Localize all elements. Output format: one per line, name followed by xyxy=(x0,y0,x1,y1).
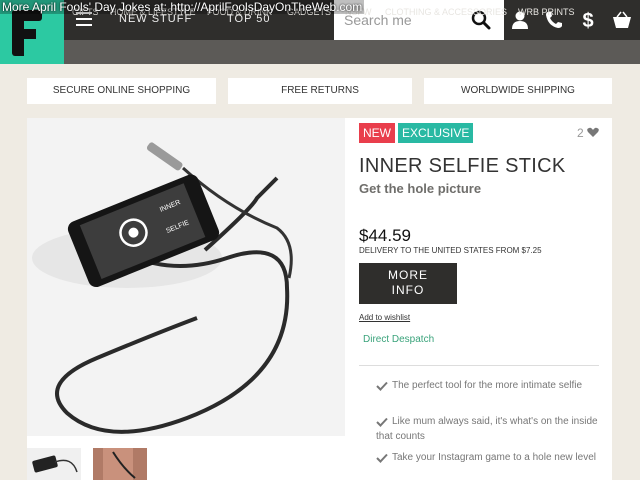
category-clothing-accessories[interactable]: CLOTHING & ACCESSORIES xyxy=(385,7,507,17)
dollar-icon[interactable]: $ xyxy=(577,9,599,31)
hamburger-icon[interactable] xyxy=(76,12,92,26)
category-wrb-prints[interactable]: WRB PRINTS xyxy=(518,7,575,17)
badge-new: NEW xyxy=(359,123,395,143)
benefit-free-returns: FREE RETURNS xyxy=(228,78,412,104)
more-info-button[interactable]: MORE INFO xyxy=(359,263,457,304)
badge-exclusive: EXCLUSIVE xyxy=(398,123,474,143)
benefit-secure-shopping: SECURE ONLINE SHOPPING xyxy=(27,78,216,104)
feature-item-3: Take your Instagram game to a hole new l… xyxy=(392,452,596,463)
product-price: $44.59 xyxy=(359,226,411,245)
product-title: INNER SELFIE STICK xyxy=(359,155,566,177)
add-to-wishlist-link[interactable]: Add to wishlist xyxy=(359,313,410,322)
logo-f-mark xyxy=(12,10,44,56)
april-fools-overlay[interactable]: More April Fools' Day Jokes at: http://A… xyxy=(0,0,365,14)
section-divider xyxy=(359,365,599,366)
heart-icon[interactable] xyxy=(587,127,599,138)
feature-item-2: Like mum always said, it's what's on the… xyxy=(376,416,598,442)
more-info-label-line1: MORE xyxy=(388,268,428,282)
more-info-label-line2: INFO xyxy=(391,283,425,297)
benefit-worldwide-shipping: WORLDWIDE SHIPPING xyxy=(424,78,612,104)
product-thumbnail-2[interactable] xyxy=(93,448,147,480)
category-bar xyxy=(0,40,640,64)
delivery-info: DELIVERY TO THE UNITED STATES FROM $7.25 xyxy=(359,246,542,255)
basket-icon[interactable] xyxy=(611,9,633,31)
likes-count: 2 xyxy=(577,126,584,140)
direct-despatch-label: Direct Despatch xyxy=(363,334,435,345)
product-image[interactable]: INNER SELFIE xyxy=(27,118,345,436)
product-tagline: Get the hole picture xyxy=(359,181,482,196)
feature-item-1: The perfect tool for the more intimate s… xyxy=(392,380,583,391)
svg-text:$: $ xyxy=(582,10,593,31)
product-thumbnail-1[interactable] xyxy=(27,448,81,480)
